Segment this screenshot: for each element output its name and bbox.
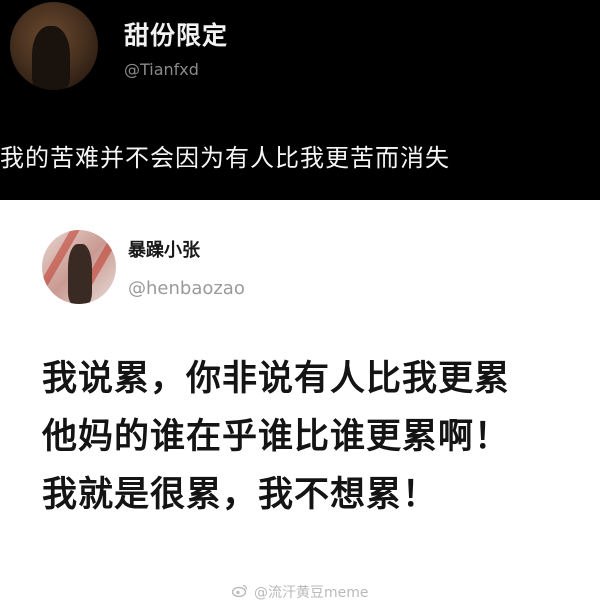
quoted-post-card: 暴躁小张 @henbaozao 我说累，你非说有人比我更累 他妈的谁在乎谁比谁更… [0, 200, 600, 606]
watermark: @流汗黄豆meme [0, 582, 600, 602]
post-line: 他妈的谁在乎谁比谁更累啊！ [42, 417, 511, 457]
top-post-card: 甜份限定 @Tianfxd 我的苦难并不会因为有人比我更苦而消失 [0, 0, 600, 200]
user-handle[interactable]: @Tianfxd [124, 60, 199, 79]
display-name[interactable]: 甜份限定 [124, 16, 228, 52]
quoted-display-name[interactable]: 暴躁小张 [128, 236, 200, 262]
post-line: 我就是很累，我不想累！ [42, 475, 439, 515]
weibo-icon [231, 584, 248, 601]
avatar[interactable] [10, 2, 98, 90]
quoted-post-body: 我说累，你非说有人比我更累 他妈的谁在乎谁比谁更累啊！ 我就是很累，我不想累！ [42, 350, 510, 524]
avatar-figure [68, 244, 92, 304]
avatar-silhouette [32, 26, 70, 90]
watermark-text: @流汗黄豆meme [253, 585, 369, 601]
post-text: 我的苦难并不会因为有人比我更苦而消失 [0, 144, 450, 172]
post-line: 我说累，你非说有人比我更累 [42, 359, 511, 399]
quoted-user-handle[interactable]: @henbaozao [128, 278, 245, 299]
quoted-avatar[interactable] [42, 230, 116, 304]
